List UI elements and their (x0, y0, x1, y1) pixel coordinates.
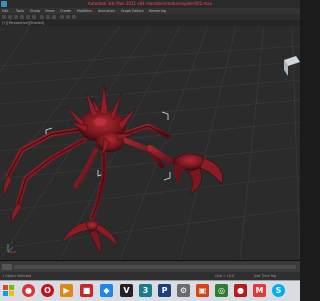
photoshop-icon[interactable]: P (158, 284, 171, 297)
settings-icon[interactable]: ⚙ (177, 284, 190, 297)
status-bar: 1 Object Selected Grid = 10.0 Add Time T… (0, 272, 300, 280)
status-selection-text: 1 Object Selected (2, 274, 32, 278)
maxscript-icon[interactable]: M (253, 284, 266, 297)
opera-icon[interactable]: O (41, 284, 54, 297)
rotate-icon[interactable] (26, 15, 30, 19)
v-app-icon[interactable]: V (120, 284, 133, 297)
paint-icon[interactable]: ◆ (100, 284, 113, 297)
move-icon[interactable] (20, 15, 24, 19)
left-claw (61, 221, 119, 255)
render-setup-icon[interactable] (66, 15, 70, 19)
window-title: Autodesk 3ds Max 2011 x64 monster/creatu… (87, 1, 213, 6)
menu-item-views[interactable]: Views (45, 9, 55, 13)
undo-icon[interactable] (2, 15, 6, 19)
vray-icon[interactable]: ● (234, 284, 247, 297)
menu-item-graph-editors[interactable]: Graph Editors (121, 9, 144, 13)
menu-item-group[interactable]: Group (30, 9, 40, 13)
windows-start-icon[interactable] (2, 284, 14, 296)
menu-item-edit[interactable]: Edit (2, 9, 8, 13)
chrome-icon[interactable]: ● (22, 284, 35, 297)
mirror-icon[interactable] (46, 15, 50, 19)
3dsmax-icon[interactable]: 3 (139, 284, 152, 297)
bookmark-icon[interactable]: ■ (80, 284, 93, 297)
align-icon[interactable] (52, 15, 56, 19)
windows-taskbar: ● O ▶ ■ ◆ V 3 P ⚙ ▣ ◎ ● M S (0, 280, 300, 301)
ground-grid (0, 26, 300, 260)
menu-item-animation[interactable]: Animation (98, 9, 115, 13)
menu-item-rendering[interactable]: Rendering (149, 9, 166, 13)
menu-item-modifiers[interactable]: Modifiers (77, 9, 92, 13)
media-player-icon[interactable]: ▶ (60, 284, 73, 297)
material-editor-icon[interactable] (60, 15, 64, 19)
viewport-label[interactable]: [+][Perspective][Shaded] (2, 21, 44, 25)
status-grid-text: Grid = 10.0 (215, 274, 235, 278)
redo-icon[interactable] (8, 15, 12, 19)
menu-item-tools[interactable]: Tools (16, 9, 24, 13)
render-icon[interactable] (72, 15, 76, 19)
perspective-viewport[interactable] (0, 26, 300, 260)
scale-icon[interactable] (32, 15, 36, 19)
snap-icon[interactable] (40, 15, 44, 19)
timeline-prev-button[interactable] (2, 264, 12, 270)
gallery-icon[interactable]: ▣ (196, 284, 209, 297)
network-icon[interactable]: ◎ (215, 284, 228, 297)
skype-icon[interactable]: S (272, 284, 285, 297)
menu-item-create[interactable]: Create (60, 9, 71, 13)
viewcube[interactable] (284, 56, 300, 76)
right-pincer (147, 145, 223, 195)
timeline-track[interactable] (14, 265, 296, 269)
add-time-tag-button[interactable]: Add Time Tag (254, 274, 276, 278)
select-icon[interactable] (14, 15, 18, 19)
